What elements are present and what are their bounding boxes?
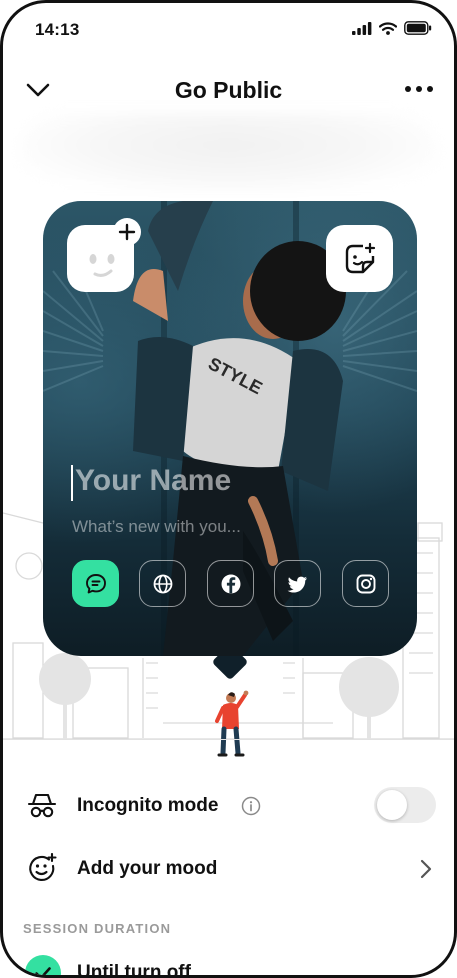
more-options-icon[interactable] — [404, 81, 434, 97]
info-icon[interactable] — [241, 796, 261, 816]
chevron-right-icon[interactable] — [419, 858, 433, 880]
add-photo-button[interactable] — [113, 218, 141, 246]
sticker-add-icon — [345, 242, 375, 273]
instagram-icon — [356, 574, 375, 593]
wifi-icon — [379, 21, 397, 35]
blurred-background-band — [19, 113, 438, 193]
mood-add-icon — [29, 853, 57, 881]
message-icon — [85, 573, 106, 593]
twitter-icon — [287, 576, 307, 592]
until-turn-off-radio[interactable] — [25, 955, 61, 975]
facebook-icon — [221, 574, 240, 593]
phone-frame: 14:13 Go Public STYLE Your Name What’s n… — [0, 0, 457, 978]
waving-person-illustration — [215, 690, 249, 757]
incognito-label: Incognito mode — [77, 795, 219, 816]
twitter-button[interactable] — [274, 560, 321, 607]
message-button[interactable] — [72, 560, 119, 607]
name-input[interactable]: Your Name — [75, 464, 231, 498]
plus-icon — [118, 223, 136, 241]
text-caret — [71, 465, 73, 501]
facebook-button[interactable] — [207, 560, 254, 607]
website-button[interactable] — [139, 560, 186, 607]
until-turn-off-label[interactable]: Until turn off — [77, 962, 191, 975]
status-icons — [352, 21, 432, 35]
incognito-icon — [27, 793, 57, 818]
globe-icon — [153, 574, 172, 593]
status-input[interactable]: What’s new with you... — [72, 517, 241, 537]
toggle-knob — [377, 790, 407, 820]
add-sticker-button[interactable] — [326, 225, 393, 292]
signal-icon — [352, 21, 372, 35]
page-title: Go Public — [174, 77, 283, 103]
instagram-button[interactable] — [342, 560, 389, 607]
session-duration-heading: SESSION DURATION — [23, 921, 172, 936]
add-mood-label[interactable]: Add your mood — [77, 858, 217, 880]
battery-icon — [404, 21, 432, 35]
checkmark-icon — [35, 967, 51, 975]
section-divider — [3, 739, 454, 740]
status-time: 14:13 — [35, 20, 80, 39]
